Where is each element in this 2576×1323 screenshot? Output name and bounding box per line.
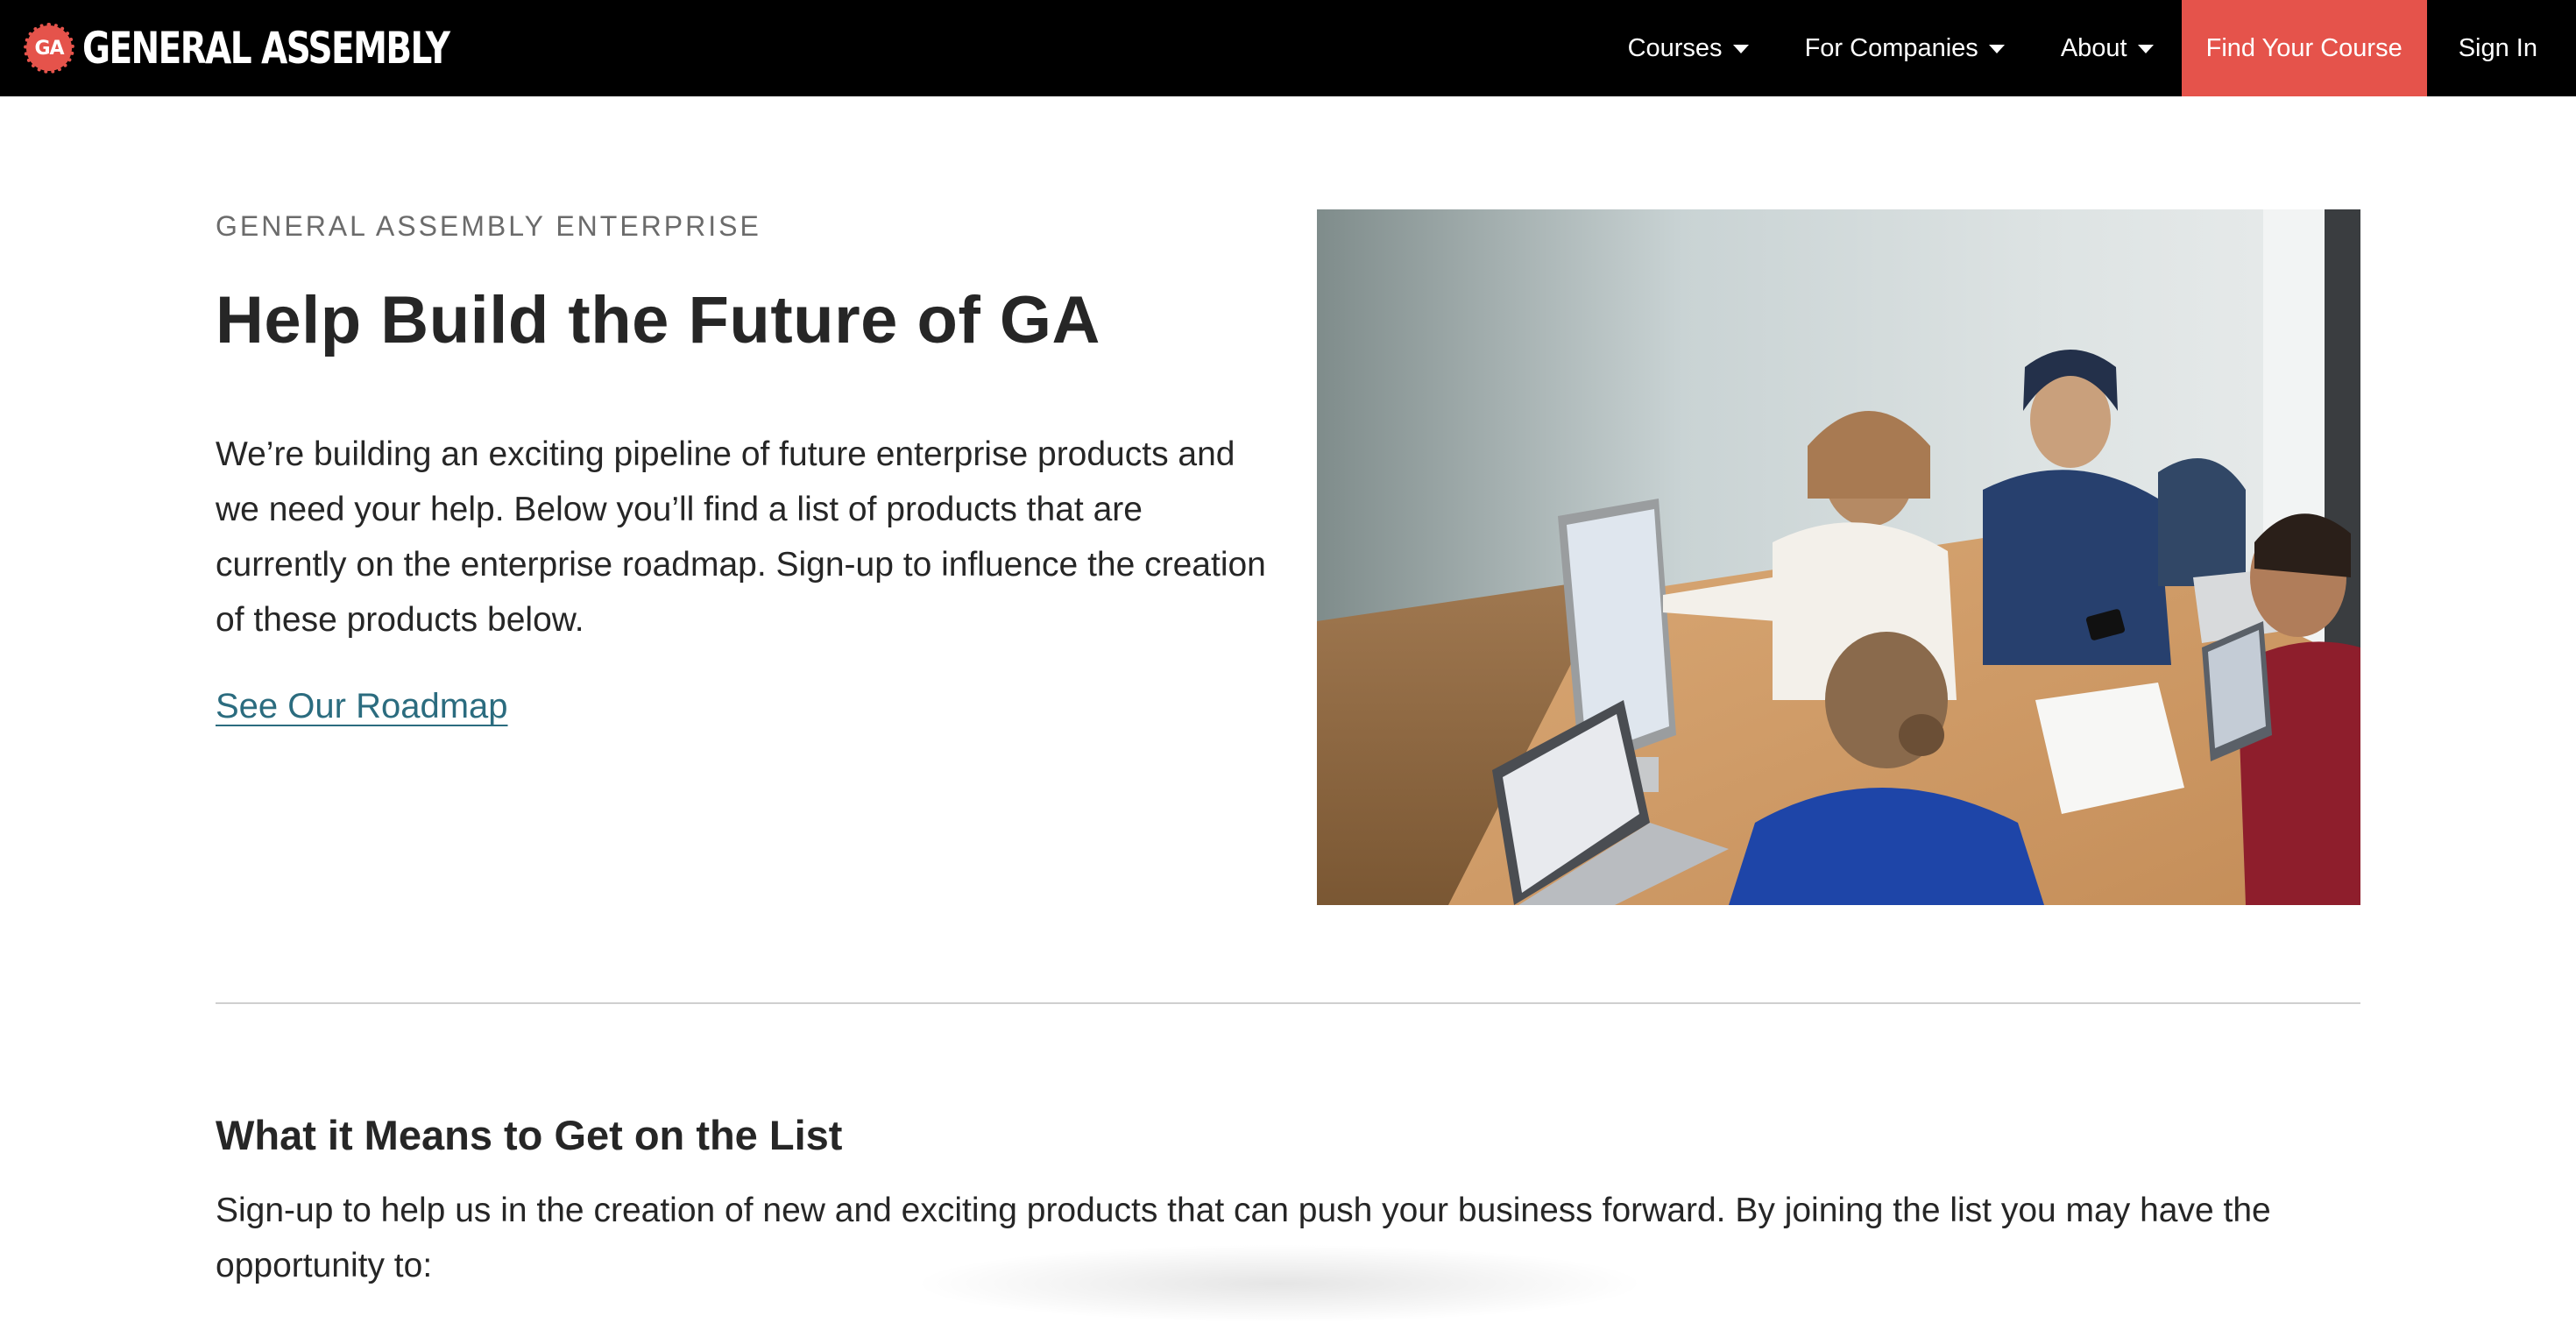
- section-description: Sign-up to help us in the creation of ne…: [216, 1192, 2271, 1284]
- team-meeting-illustration: [1317, 209, 2360, 905]
- nav-item-label: Courses: [1627, 33, 1723, 62]
- find-your-course-button[interactable]: Find Your Course: [2181, 0, 2427, 96]
- brand-wordmark: GENERAL ASSEMBLY: [82, 23, 450, 74]
- hero-eyebrow: GENERAL ASSEMBLY ENTERPRISE: [216, 210, 761, 242]
- section-divider: [216, 1002, 2360, 1004]
- hero-photo-team-meeting: [1317, 209, 2360, 905]
- hero-description: We’re building an exciting pipeline of f…: [216, 435, 1266, 639]
- caret-down-icon: [2137, 45, 2154, 53]
- nav-item-label: About: [2060, 33, 2127, 62]
- nav-item-courses[interactable]: Courses: [1600, 0, 1777, 96]
- see-our-roadmap-link[interactable]: See Our Roadmap: [216, 687, 508, 726]
- brand-logo[interactable]: GA GENERAL ASSEMBLY: [24, 23, 552, 74]
- sign-in-label: Sign In: [2458, 33, 2537, 62]
- top-navbar: GA GENERAL ASSEMBLY Courses For Companie…: [0, 0, 2576, 96]
- sign-in-link[interactable]: Sign In: [2427, 0, 2576, 96]
- section-heading: What it Means to Get on the List: [216, 1112, 843, 1158]
- page-title: Help Build the Future of GA: [216, 283, 1100, 357]
- find-your-course-label: Find Your Course: [2205, 33, 2403, 62]
- nav-item-about[interactable]: About: [2033, 0, 2182, 96]
- ga-seal-logo: GA: [24, 23, 74, 74]
- nav-item-for-companies[interactable]: For Companies: [1777, 0, 2033, 96]
- caret-down-icon: [1988, 45, 2005, 53]
- caret-down-icon: [1732, 45, 1749, 53]
- main-nav-menu: Courses For Companies About Find Your Co…: [1600, 0, 2576, 96]
- nav-item-label: For Companies: [1804, 33, 1978, 62]
